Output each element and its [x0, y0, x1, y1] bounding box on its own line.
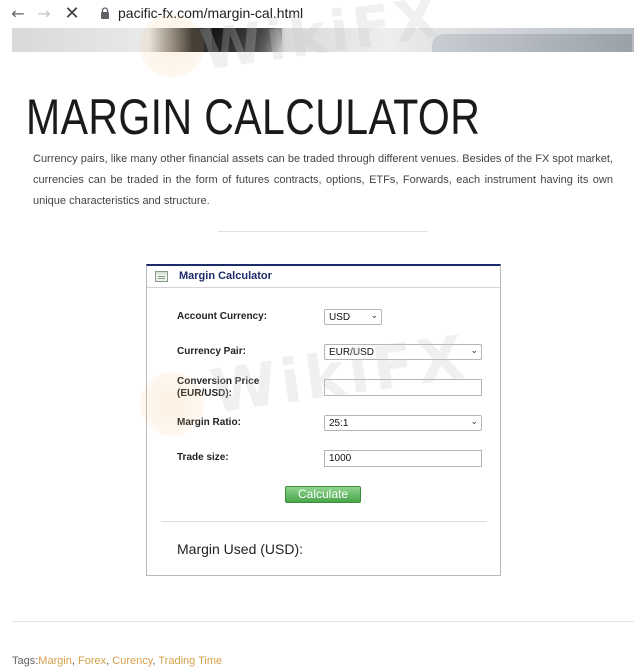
calculator-icon: [155, 271, 168, 282]
tag-link-curency[interactable]: Curency: [112, 655, 152, 667]
currency-pair-value: EUR/USD: [329, 346, 375, 358]
account-currency-label: Account Currency:: [177, 311, 268, 322]
currency-pair-label: Currency Pair:: [177, 346, 246, 357]
currency-pair-select[interactable]: EUR/USD ⌄: [324, 344, 482, 360]
conversion-price-label: Conversion Price (EUR/USD):: [177, 376, 260, 399]
conversion-price-input[interactable]: [324, 379, 482, 396]
address-bar-url[interactable]: pacific-fx.com/margin-cal.html: [118, 5, 303, 21]
browser-toolbar: ← → ✕ pacific-fx.com/margin-cal.html: [0, 0, 634, 28]
section-divider: [218, 231, 428, 232]
intro-paragraph: Currency pairs, like many other financia…: [33, 153, 613, 207]
trade-size-label: Trade size:: [177, 452, 229, 463]
hero-banner-image: [12, 28, 634, 52]
chevron-down-icon: ⌄: [470, 346, 478, 356]
account-currency-select[interactable]: USD ⌄: [324, 309, 382, 325]
calculator-title: Margin Calculator: [179, 270, 272, 282]
chevron-down-icon: ⌄: [370, 311, 378, 321]
forward-arrow-icon[interactable]: →: [34, 4, 54, 24]
tag-link-forex[interactable]: Forex: [78, 655, 106, 667]
lock-icon: [101, 7, 109, 19]
margin-ratio-select[interactable]: 25:1 ⌄: [324, 415, 482, 431]
margin-used-label: Margin Used (USD):: [177, 541, 304, 557]
tags-prefix: Tags:: [12, 655, 39, 667]
margin-ratio-value: 25:1: [329, 417, 349, 429]
calculator-divider: [161, 521, 487, 522]
chevron-down-icon: ⌄: [470, 417, 478, 427]
back-arrow-icon[interactable]: ←: [8, 4, 28, 24]
stop-loading-icon[interactable]: ✕: [62, 4, 82, 24]
calculator-header: Margin Calculator: [147, 266, 500, 288]
calculate-button[interactable]: Calculate: [285, 486, 361, 503]
tag-link-trading-time[interactable]: Trading Time: [158, 655, 222, 667]
footer-divider: [12, 621, 634, 622]
trade-size-input[interactable]: 1000: [324, 450, 482, 467]
tags-line: Tags:Margin, Forex, Curency, Trading Tim…: [12, 655, 222, 667]
account-currency-value: USD: [329, 311, 351, 323]
page-title: MARGIN CALCULATOR: [26, 89, 481, 145]
trade-size-value: 1000: [329, 453, 352, 464]
margin-ratio-label: Margin Ratio:: [177, 417, 241, 428]
margin-calculator-widget: Margin Calculator Account Currency: USD …: [146, 264, 501, 576]
tag-link-margin[interactable]: Margin: [38, 655, 72, 667]
